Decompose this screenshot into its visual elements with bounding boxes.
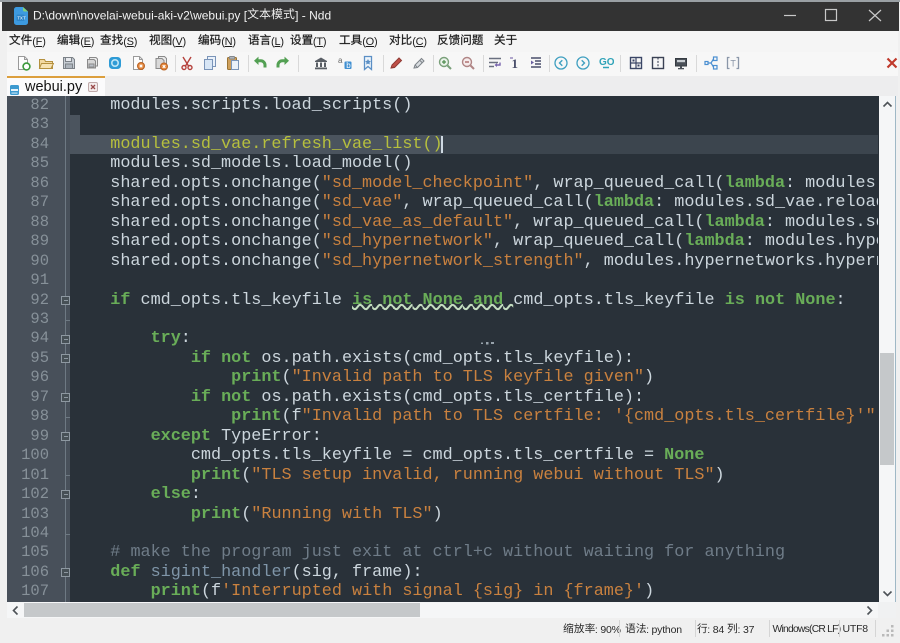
svg-text:TXT: TXT <box>17 16 26 21</box>
svg-text:a: a <box>338 56 343 65</box>
svg-text:b: b <box>346 61 351 70</box>
svg-text:T: T <box>730 59 736 69</box>
svg-text:GO: GO <box>599 57 614 68</box>
